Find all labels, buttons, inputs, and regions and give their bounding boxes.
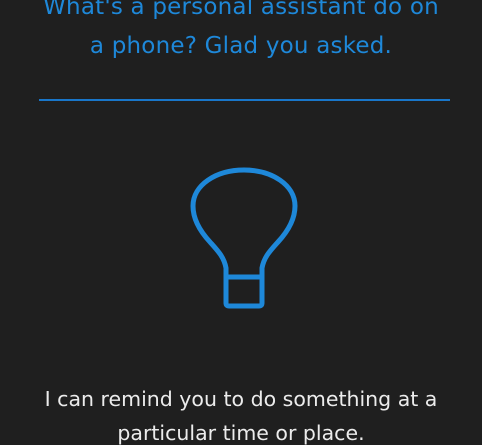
lightbulb-icon	[190, 167, 298, 309]
title-divider	[39, 99, 450, 101]
title-line-1: What's a personal assistant do on	[43, 0, 439, 20]
description-line-1: I can remind you to do something at a	[44, 387, 438, 411]
feature-description: I can remind you to do something at a pa…	[0, 382, 482, 445]
page-title: What's a personal assistant do on a phon…	[0, 0, 482, 66]
title-line-2: a phone? Glad you asked.	[89, 33, 393, 59]
assistant-intro-screen: What's a personal assistant do on a phon…	[0, 0, 482, 445]
description-line-2: particular time or place.	[117, 421, 365, 445]
